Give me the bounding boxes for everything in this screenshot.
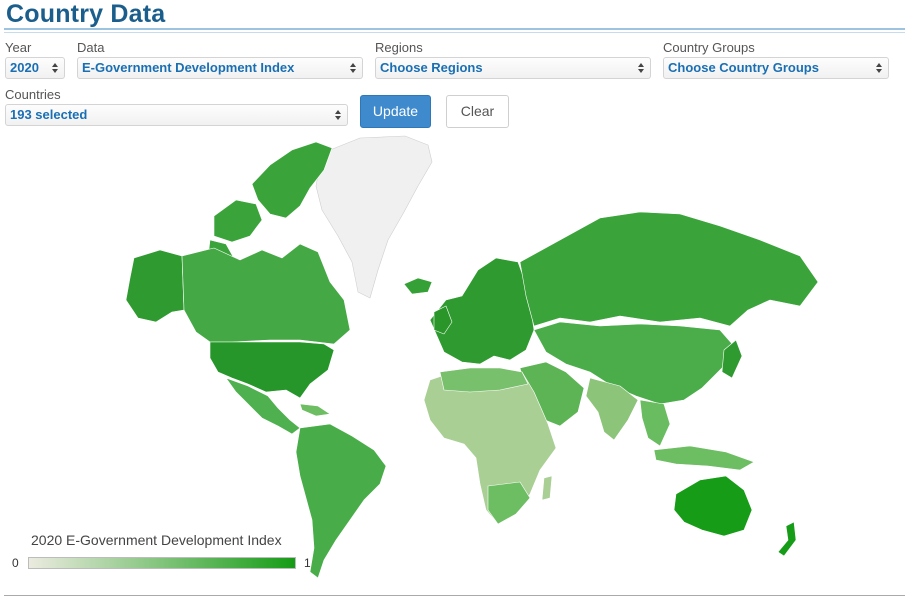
country-groups-select[interactable]: Choose Country Groups [663,57,889,79]
year-select-value: 2020 [10,60,39,75]
data-select-value: E-Government Development Index [82,60,295,75]
regions-select[interactable]: Choose Regions [375,57,651,79]
bottom-divider [4,595,905,596]
greenland-region[interactable] [315,135,433,299]
regions-select-value: Choose Regions [380,60,483,75]
russia-region[interactable] [519,211,819,327]
legend-min-value: 0 [12,556,19,570]
countries-select-value: 193 selected [10,107,88,122]
select-arrows-icon [350,63,356,73]
clear-button[interactable]: Clear [446,95,509,128]
title-divider-secondary [4,32,905,33]
caribbean-region[interactable] [299,403,331,417]
canada-region[interactable] [181,243,351,345]
iceland-region[interactable] [403,277,433,295]
arctic-islands-region-2[interactable] [213,199,263,243]
indonesia-region[interactable] [653,445,755,471]
alaska-region[interactable] [125,249,185,323]
world-map[interactable] [0,135,909,585]
select-arrows-icon [52,63,58,73]
title-divider [4,28,905,30]
update-button[interactable]: Update [360,95,431,128]
country-groups-label: Country Groups [663,40,755,55]
countries-label: Countries [5,87,61,102]
year-select[interactable]: 2020 [5,57,65,79]
country-groups-select-value: Choose Country Groups [668,60,819,75]
legend-max-value: 1 [304,556,311,570]
select-arrows-icon [638,63,644,73]
madagascar-region[interactable] [541,475,553,501]
select-arrows-icon [335,110,341,120]
legend-title: 2020 E-Government Development Index [31,532,282,548]
southeast-asia-region[interactable] [639,399,671,447]
southern-africa-region[interactable] [487,481,531,525]
year-label: Year [5,40,32,55]
data-label: Data [77,40,105,55]
data-select[interactable]: E-Government Development Index [77,57,363,79]
legend-color-scale [28,557,296,569]
regions-label: Regions [375,40,423,55]
usa-region[interactable] [209,341,335,399]
page-title: Country Data [6,0,166,28]
select-arrows-icon [876,63,882,73]
australia-region[interactable] [673,475,753,537]
countries-select[interactable]: 193 selected [5,104,348,126]
new-zealand-region[interactable] [777,521,797,557]
south-america-region[interactable] [295,423,387,579]
